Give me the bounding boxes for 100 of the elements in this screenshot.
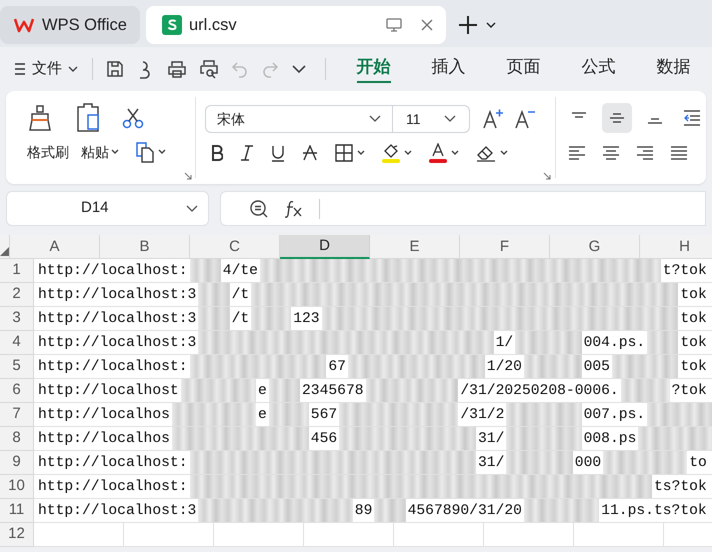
caret-icon: [68, 66, 78, 72]
fill-color-button[interactable]: [382, 143, 412, 163]
blur-patch: [620, 379, 670, 402]
ribbon-tab[interactable]: 页面: [486, 47, 561, 91]
italic-icon[interactable]: [240, 145, 254, 161]
cell-text: tok: [680, 310, 707, 329]
row-header[interactable]: 9: [0, 451, 34, 475]
row-header[interactable]: 10: [0, 475, 34, 499]
row-header[interactable]: 3: [0, 307, 34, 331]
dialog-launcher-icon[interactable]: [543, 172, 551, 180]
cell-text: http://localhost:3: [38, 310, 196, 329]
dialog-launcher-icon[interactable]: [184, 172, 192, 180]
function-icon[interactable]: [285, 198, 303, 218]
window-tab[interactable]: WPS Office: [0, 6, 140, 44]
increase-font-icon[interactable]: [482, 108, 504, 130]
paste-button[interactable]: 粘贴: [81, 142, 119, 162]
ribbon-tab[interactable]: 数据: [636, 47, 711, 91]
spreadsheet-icon: [162, 15, 182, 35]
align-middle-icon: [608, 111, 626, 125]
plus-icon[interactable]: [458, 15, 478, 35]
clear-format-button[interactable]: [476, 144, 508, 162]
print-preview-icon[interactable]: [199, 59, 219, 79]
format-painter-button[interactable]: 格式刷: [27, 142, 69, 162]
decrease-font-icon[interactable]: [514, 108, 536, 130]
scissors-icon[interactable]: [122, 107, 144, 129]
cell-text: http://localhost:: [38, 358, 188, 377]
window-tab[interactable]: url.csv: [146, 6, 446, 44]
cell-text: 4567890/31/20: [408, 502, 522, 521]
menu-icon[interactable]: [14, 62, 26, 76]
caret-icon: [451, 150, 459, 156]
cell-text: 456: [310, 430, 338, 449]
cell-text: http://localhost:3: [38, 502, 196, 521]
align-right-icon[interactable]: [636, 145, 654, 161]
row-header[interactable]: 1: [0, 259, 34, 283]
chevron-down-icon: [444, 115, 456, 123]
cell-text: tok: [680, 286, 707, 305]
file-menu[interactable]: 文件: [32, 58, 78, 80]
cell-text: ?tok: [672, 382, 707, 401]
row-header[interactable]: 5: [0, 355, 34, 379]
logo-icon: [14, 17, 34, 33]
cell-text: 1/20: [486, 358, 522, 377]
blur-patch: [198, 283, 230, 306]
align-left-icon[interactable]: [568, 145, 586, 161]
format-painter-icon[interactable]: [26, 104, 54, 132]
monitor-icon[interactable]: [386, 18, 402, 32]
font-name: 宋体: [217, 110, 245, 128]
row-header[interactable]: 2: [0, 283, 34, 307]
cell-text: http://localhos: [38, 406, 170, 425]
bold-icon[interactable]: [211, 145, 223, 161]
borders-icon: [335, 144, 353, 162]
print-icon[interactable]: [167, 59, 187, 79]
ribbon-tab[interactable]: 插入: [411, 47, 486, 91]
row-header[interactable]: 4: [0, 331, 34, 355]
strikethrough-icon[interactable]: [302, 145, 318, 161]
cell-text: 2345678: [302, 382, 364, 401]
cell-text: 1/: [496, 334, 514, 353]
copy-icon: [135, 141, 155, 163]
cell-text: t?tok: [662, 262, 707, 281]
justify-icon[interactable]: [670, 145, 688, 161]
caret-icon: [500, 150, 508, 156]
cell-text: /t: [232, 286, 250, 305]
row-header[interactable]: 11: [0, 499, 34, 523]
select-all-icon[interactable]: [0, 247, 9, 256]
save-icon[interactable]: [105, 59, 125, 79]
ribbon-tab[interactable]: 公式: [561, 47, 636, 91]
caret-icon: [404, 150, 412, 156]
blur-patch: [647, 403, 712, 426]
blur-patch: [524, 355, 582, 378]
cell-text: 008.ps: [584, 430, 636, 449]
chevron-down-icon: [186, 204, 198, 212]
ribbon-tab[interactable]: 开始: [336, 47, 411, 91]
cell-text: http://localhos: [38, 430, 170, 449]
zoom-out-icon[interactable]: [249, 198, 269, 218]
borders-button[interactable]: [335, 144, 365, 162]
chevron-down-icon[interactable]: [291, 64, 307, 74]
close-icon[interactable]: [420, 18, 434, 32]
font-size-dropdown[interactable]: 11: [393, 105, 470, 133]
blur-patch: [190, 259, 221, 282]
cell-text: http://localhost:3: [38, 334, 196, 353]
row-header[interactable]: 8: [0, 427, 34, 451]
column-header[interactable]: D: [280, 235, 370, 259]
cell-text: ts?tok: [654, 478, 707, 497]
cell-text: http://localhost:3: [38, 286, 196, 305]
chevron-down-icon[interactable]: [486, 22, 496, 28]
decrease-indent-icon[interactable]: [682, 110, 700, 126]
eraser-icon: [476, 144, 496, 162]
font-name-dropdown[interactable]: 宋体: [205, 105, 393, 133]
font-color-button[interactable]: [429, 143, 459, 163]
cell-text: e: [258, 382, 267, 401]
row-header[interactable]: 12: [0, 523, 34, 547]
row-header[interactable]: 6: [0, 379, 34, 403]
copy-button[interactable]: [135, 141, 166, 163]
column-header[interactable]: B: [100, 235, 190, 259]
caret-icon: [357, 150, 365, 156]
chevron-down-icon: [369, 115, 381, 123]
align-center-icon[interactable]: [602, 145, 620, 161]
align-middle-button[interactable]: [602, 103, 632, 133]
name-box[interactable]: D14: [6, 191, 209, 226]
underline-icon[interactable]: [271, 144, 285, 162]
row-header[interactable]: 7: [0, 403, 34, 427]
